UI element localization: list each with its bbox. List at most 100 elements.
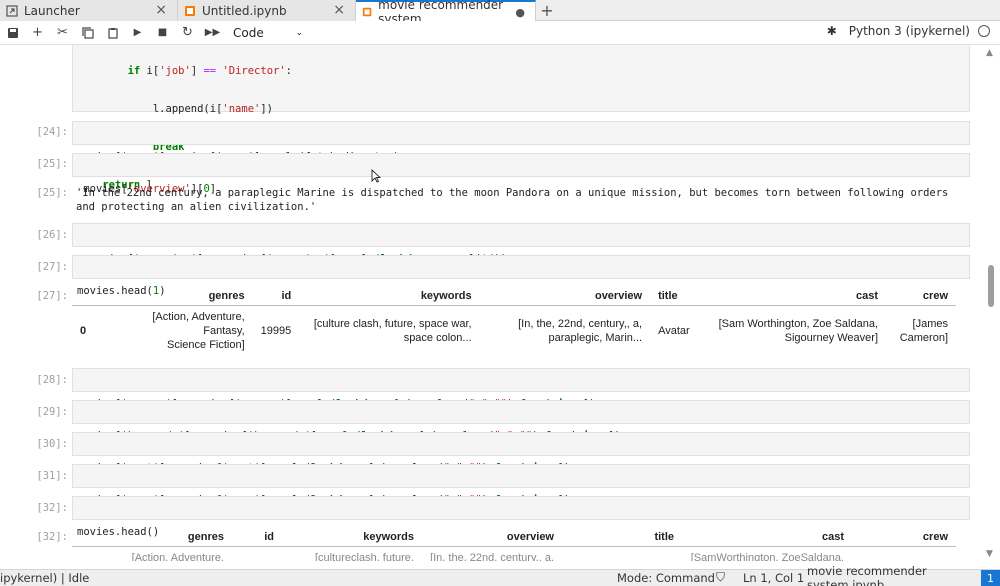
copy-button[interactable] xyxy=(75,22,100,44)
notebook-icon xyxy=(185,5,195,16)
column-header: cast xyxy=(697,287,887,306)
unsaved-dot-icon[interactable]: ● xyxy=(515,6,525,19)
add-tab-button[interactable]: + xyxy=(536,0,558,21)
cell-type-select[interactable]: Code ⌄ xyxy=(233,26,303,40)
column-header: crew xyxy=(852,528,956,547)
tab-untitled[interactable]: Untitled.ipynb × xyxy=(178,0,356,21)
run-button[interactable]: ▶ xyxy=(125,22,150,44)
stop-icon: ■ xyxy=(157,27,168,38)
cell-line: Cameron] xyxy=(899,332,948,344)
scroll-down-icon[interactable]: ▼ xyxy=(986,549,993,559)
cell-type-value: Code xyxy=(233,25,264,40)
mode-indicator: Mode: Command xyxy=(617,571,715,585)
table-row: [Action, Adventure, [cultureclash, futur… xyxy=(72,547,956,562)
tab-bar: Launcher × Untitled.ipynb × movie recomm… xyxy=(0,0,1000,26)
close-icon[interactable]: × xyxy=(333,2,345,18)
table-cell xyxy=(562,547,682,562)
cell-line: space colon... xyxy=(403,332,472,344)
column-header: id xyxy=(252,287,300,306)
notebook-panel[interactable]: if i['job'] == 'Director': l.append(i['n… xyxy=(0,45,982,561)
table-cell: [Action, Adventure, xyxy=(131,552,224,561)
input-prompt: [26]: xyxy=(36,229,68,241)
code-cell[interactable]: movies['crew']=movies['crew'].apply(fetc… xyxy=(72,121,970,163)
interrupt-button[interactable]: ■ xyxy=(150,22,175,44)
shield-icon[interactable]: ⛉ xyxy=(716,570,725,585)
input-prompt: [29]: xyxy=(36,406,68,418)
cell-line: [Action, Adventure, Fantasy, xyxy=(152,311,245,337)
cursor-position[interactable]: Ln 1, Col 1 xyxy=(743,571,804,585)
output-prompt: [27]: xyxy=(36,290,68,302)
column-header: crew xyxy=(886,287,956,306)
input-prompt: [24]: xyxy=(36,126,68,138)
dataframe-table: genres id keywords overview title cast c… xyxy=(72,528,956,561)
insert-cell-button[interactable]: + xyxy=(25,22,50,44)
table-cell: [James Cameron] xyxy=(886,306,956,357)
code-cell[interactable]: movies['overview'][0] xyxy=(72,153,970,195)
column-header xyxy=(72,528,112,547)
scissors-icon: ✂ xyxy=(57,25,68,40)
status-bar: ipykernel) | Idle Mode: Command ⛉ Ln 1, … xyxy=(0,564,1000,586)
fast-forward-icon: ▶▶ xyxy=(204,27,221,38)
table-cell: [culture clash, future, space war, space … xyxy=(299,306,479,357)
column-header: genres xyxy=(112,528,232,547)
table-cell xyxy=(852,547,956,562)
cut-button[interactable]: ✂ xyxy=(50,22,75,44)
output-prompt: [32]: xyxy=(36,531,68,543)
code-cell[interactable]: movies['cast']= movies['cast'].apply(lam… xyxy=(72,432,970,474)
output-prompt: [25]: xyxy=(36,187,68,199)
tab-label: Launcher xyxy=(24,3,80,18)
input-prompt: [27]: xyxy=(36,261,68,273)
code-line: if i['job'] == 'Director': xyxy=(127,65,292,77)
kernel-name: Python 3 (ipykernel) xyxy=(848,24,970,38)
code-line: l.append(i['name']) xyxy=(77,103,273,115)
paste-icon xyxy=(107,27,118,39)
table-cell: Avatar xyxy=(658,325,690,337)
notebook-icon xyxy=(362,7,372,17)
column-header: keywords xyxy=(282,528,422,547)
code-cell[interactable]: movies['keywords']= movies['keywords'].a… xyxy=(72,400,970,442)
table-cell: [SamWorthington, ZoeSaldana, xyxy=(690,552,844,561)
table-cell xyxy=(232,547,282,562)
column-header: overview xyxy=(422,528,562,547)
code-cell[interactable]: movies['overview'] = movies['overview'].… xyxy=(72,223,970,265)
play-icon: ▶ xyxy=(133,27,142,38)
code-cell[interactable]: movies.head() xyxy=(72,496,970,538)
tab-launcher[interactable]: Launcher × xyxy=(0,0,178,21)
table-row: 0 [Action, Adventure, Fantasy, Science Fi… xyxy=(72,306,956,357)
file-name: movie recommender system.ipynb xyxy=(807,564,927,586)
cell-line: paraplegic, Marin... xyxy=(548,332,643,344)
chevron-down-icon: ⌄ xyxy=(295,27,303,38)
code-cell[interactable]: if i['job'] == 'Director': l.append(i['n… xyxy=(72,45,970,191)
kernel-status-text[interactable]: ipykernel) | Idle xyxy=(0,571,89,585)
restart-icon: ↻ xyxy=(182,25,193,40)
code-cell[interactable]: movies.head(1) xyxy=(72,255,970,297)
launcher-icon xyxy=(6,4,18,17)
cell-line: Science Fiction] xyxy=(167,339,245,351)
input-prompt: [28]: xyxy=(36,374,68,386)
code-cell[interactable]: movies['genres']= movies['genres'].apply… xyxy=(72,368,970,410)
copy-icon xyxy=(81,26,94,39)
tab-movie-recommender[interactable]: movie recommender system. ● xyxy=(356,0,536,26)
plus-icon: + xyxy=(32,25,43,40)
code-cell[interactable]: movies['crew']= movies['crew'].apply(lam… xyxy=(72,464,970,506)
column-header: title xyxy=(562,528,682,547)
tab-label: Untitled.ipynb xyxy=(202,3,287,18)
kernel-indicator[interactable]: ✱ Python 3 (ipykernel) xyxy=(827,24,990,38)
cell-line: [Sam Worthington, Zoe Saldana, xyxy=(718,318,879,330)
restart-button[interactable]: ↻ xyxy=(175,22,200,44)
table-cell: [Sam Worthington, Zoe Saldana, Sigourney … xyxy=(698,306,886,357)
vertical-scrollbar[interactable]: ▲ ▼ xyxy=(982,45,1000,561)
close-icon[interactable]: × xyxy=(155,2,167,18)
input-prompt: [31]: xyxy=(36,470,68,482)
row-index: 0 xyxy=(80,325,87,337)
scrollbar-thumb[interactable] xyxy=(988,265,994,307)
save-button[interactable] xyxy=(0,22,25,44)
bug-icon[interactable]: ✱ xyxy=(827,24,837,38)
table-cell: 19995 xyxy=(260,325,292,337)
scroll-up-icon[interactable]: ▲ xyxy=(986,48,993,58)
notification-badge[interactable]: 1 xyxy=(981,570,1000,586)
output-text: 'In the 22nd century, a paraplegic Marin… xyxy=(76,187,955,213)
restart-run-all-button[interactable]: ▶▶ xyxy=(200,22,225,44)
paste-button[interactable] xyxy=(100,22,125,44)
column-header: id xyxy=(232,528,282,547)
